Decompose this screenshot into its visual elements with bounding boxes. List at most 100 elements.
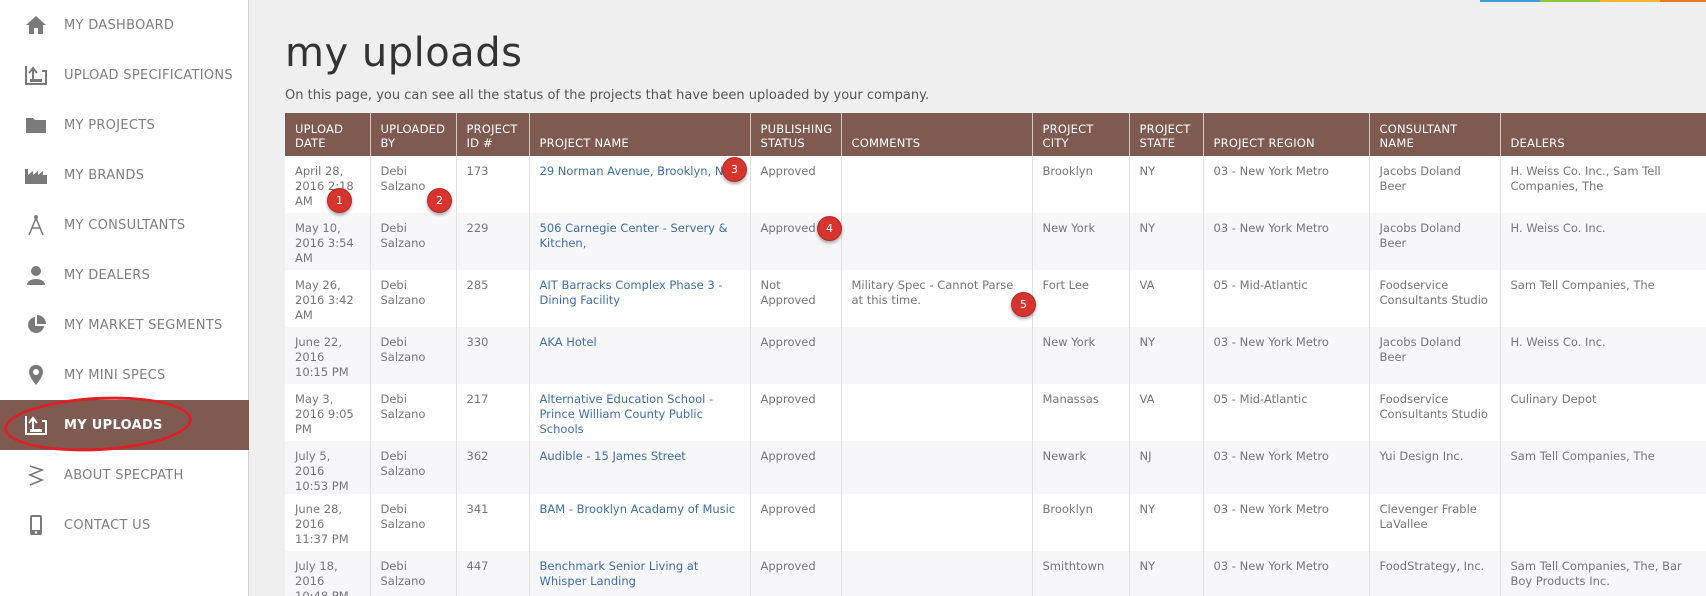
project-region-cell: 05 - Mid-Atlantic [1203, 270, 1370, 327]
sidebar-item-about-specpath[interactable]: ABOUT SPECPATH [0, 450, 249, 500]
comments-cell [841, 156, 1033, 213]
uploaded-by-cell: Debi Salzano [370, 213, 457, 270]
page-description: On this page, you can see all the status… [285, 88, 930, 103]
project-city-cell: New York [1032, 327, 1130, 384]
sidebar-item-my-mini-specs[interactable]: MY MINI SPECS [0, 350, 249, 400]
uploaded-by-cell: Debi Salzano [370, 384, 457, 441]
project-state-cell: VA [1129, 384, 1204, 441]
comments-cell: Military Spec - Cannot Parse at this tim… [841, 270, 1033, 327]
project-city-cell: Newark [1032, 441, 1130, 494]
table-row: June 28, 2016 11:37 PM Debi Salzano 341 … [285, 494, 1706, 551]
upload-date-cell: July 18, 2016 10:48 PM [285, 551, 371, 596]
project-city-cell: Smithtown [1032, 551, 1130, 596]
project-city-cell: Fort Lee [1032, 270, 1130, 327]
sidebar-item-my-dashboard[interactable]: MY DASHBOARD [0, 0, 249, 50]
column-header[interactable]: DEALERS [1500, 113, 1706, 156]
table-row: July 18, 2016 10:48 PM Debi Salzano 447 … [285, 551, 1706, 596]
project-id-cell: 447 [456, 551, 530, 596]
sidebar-item-my-brands[interactable]: MY BRANDS [0, 150, 249, 200]
upload-icon [24, 63, 48, 87]
project-name-link[interactable]: AKA Hotel [529, 327, 751, 384]
annotation-badge: 3 [722, 157, 747, 182]
consultant-name-cell: Jacobs Doland Beer [1369, 156, 1501, 213]
sidebar-item-my-dealers[interactable]: MY DEALERS [0, 250, 249, 300]
map-pin-icon [24, 363, 48, 387]
project-state-cell: NJ [1129, 441, 1204, 494]
column-header[interactable]: PROJECT NAME [529, 113, 751, 156]
uploaded-by-cell: Debi Salzano [370, 494, 457, 551]
project-name-link[interactable]: Benchmark Senior Living at Whisper Landi… [529, 551, 751, 596]
upload-date-cell: May 10, 2016 3:54 AM [285, 213, 371, 270]
sidebar-item-my-uploads[interactable]: MY UPLOADS [0, 400, 249, 450]
person-icon [24, 263, 48, 287]
sidebar-item-upload-specifications[interactable]: UPLOAD SPECIFICATIONS [0, 50, 249, 100]
project-region-cell: 03 - New York Metro [1203, 441, 1370, 494]
comments-cell [841, 441, 1033, 494]
table-row: May 26, 2016 3:42 AM Debi Salzano 285 AI… [285, 270, 1706, 327]
column-header[interactable]: PROJECT ID # [456, 113, 530, 156]
column-header[interactable]: UPLOAD DATE [285, 113, 371, 156]
dealers-cell: Culinary Depot [1510, 392, 1597, 406]
project-id-cell: 330 [456, 327, 530, 384]
sidebar-item-label: MY BRANDS [64, 167, 145, 183]
column-header[interactable]: CONSULTANT NAME [1369, 113, 1501, 156]
sidebar-item-label: UPLOAD SPECIFICATIONS [64, 67, 233, 83]
uploaded-by-cell: Debi Salzano [370, 551, 457, 596]
project-state-cell: VA [1129, 270, 1204, 327]
upload-date-cell: May 26, 2016 3:42 AM [285, 270, 371, 327]
phone-icon [24, 513, 48, 537]
project-id-cell: 285 [456, 270, 530, 327]
project-name-link[interactable]: 506 Carnegie Center - Servery & Kitchen, [529, 213, 751, 270]
page-title: my uploads [285, 30, 523, 76]
annotation-badge: 4 [817, 216, 842, 241]
project-name-link[interactable]: Alternative Education School - Prince Wi… [529, 384, 751, 441]
project-id-cell: 217 [456, 384, 530, 441]
project-name-link[interactable]: BAM - Brooklyn Acadamy of Music [529, 494, 751, 551]
factory-icon [24, 163, 48, 187]
annotation-badge: 2 [427, 188, 452, 213]
sidebar-item-my-consultants[interactable]: MY CONSULTANTS [0, 200, 249, 250]
column-header[interactable]: PROJECT REGION [1203, 113, 1370, 156]
column-header[interactable]: UPLOADED BY [370, 113, 457, 156]
dealers-cell [1500, 494, 1706, 551]
dealers-cell: H. Weiss Co. Inc. [1510, 335, 1606, 349]
publishing-status-cell: Approved [750, 327, 842, 384]
project-name-link[interactable]: AIT Barracks Complex Phase 3 - Dining Fa… [529, 270, 751, 327]
project-state-cell: NY [1129, 494, 1204, 551]
table-row: July 5, 2016 10:53 PM Debi Salzano 362 A… [285, 441, 1706, 494]
column-header[interactable]: COMMENTS [841, 113, 1033, 156]
project-city-cell: Manassas [1032, 384, 1130, 441]
project-region-cell: 05 - Mid-Atlantic [1203, 384, 1370, 441]
sidebar-item-label: MY DASHBOARD [64, 17, 175, 33]
project-region-cell: 03 - New York Metro [1203, 327, 1370, 384]
main-content: my uploads On this page, you can see all… [250, 0, 1706, 596]
annotation-badge: 5 [1011, 292, 1036, 317]
sidebar-item-my-projects[interactable]: MY PROJECTS [0, 100, 249, 150]
column-header[interactable]: PUBLISHING STATUS [750, 113, 842, 156]
consultant-name-cell: Foodservice Consultants Studio [1369, 384, 1501, 441]
publishing-status-cell: Not Approved [750, 270, 842, 327]
comments-cell [841, 494, 1033, 551]
table-header-row: UPLOAD DATE UPLOADED BY PROJECT ID # PRO… [285, 113, 1706, 156]
sidebar-item-contact-us[interactable]: CONTACT US [0, 500, 249, 550]
dealers-cell: H. Weiss Co. Inc., Sam Tell Companies, T… [1510, 164, 1661, 193]
sidebar-item-label: ABOUT SPECPATH [64, 467, 184, 483]
dealers-cell: Sam Tell Companies, The [1510, 278, 1655, 292]
project-id-cell: 229 [456, 213, 530, 270]
uploads-table: UPLOAD DATE UPLOADED BY PROJECT ID # PRO… [285, 113, 1706, 596]
upload-date-cell: June 28, 2016 11:37 PM [285, 494, 371, 551]
sidebar-item-my-market-segments[interactable]: MY MARKET SEGMENTS [0, 300, 249, 350]
upload-icon [24, 413, 48, 437]
project-region-cell: 03 - New York Metro [1203, 551, 1370, 596]
sidebar: MY DASHBOARD UPLOAD SPECIFICATIONS MY PR… [0, 0, 249, 596]
project-name-link[interactable]: 29 Norman Avenue, Brooklyn, NY [529, 156, 751, 213]
sidebar-item-label: MY CONSULTANTS [64, 217, 186, 233]
column-header[interactable]: PROJECT STATE [1129, 113, 1204, 156]
comments-cell [841, 327, 1033, 384]
consultant-name-cell: Clevenger Frable LaVallee [1369, 494, 1501, 551]
table-row: May 3, 2016 9:05 PM Debi Salzano 217 Alt… [285, 384, 1706, 441]
home-icon [24, 13, 48, 37]
project-state-cell: NY [1129, 551, 1204, 596]
project-name-link[interactable]: Audible - 15 James Street [529, 441, 751, 494]
column-header[interactable]: PROJECT CITY [1032, 113, 1130, 156]
